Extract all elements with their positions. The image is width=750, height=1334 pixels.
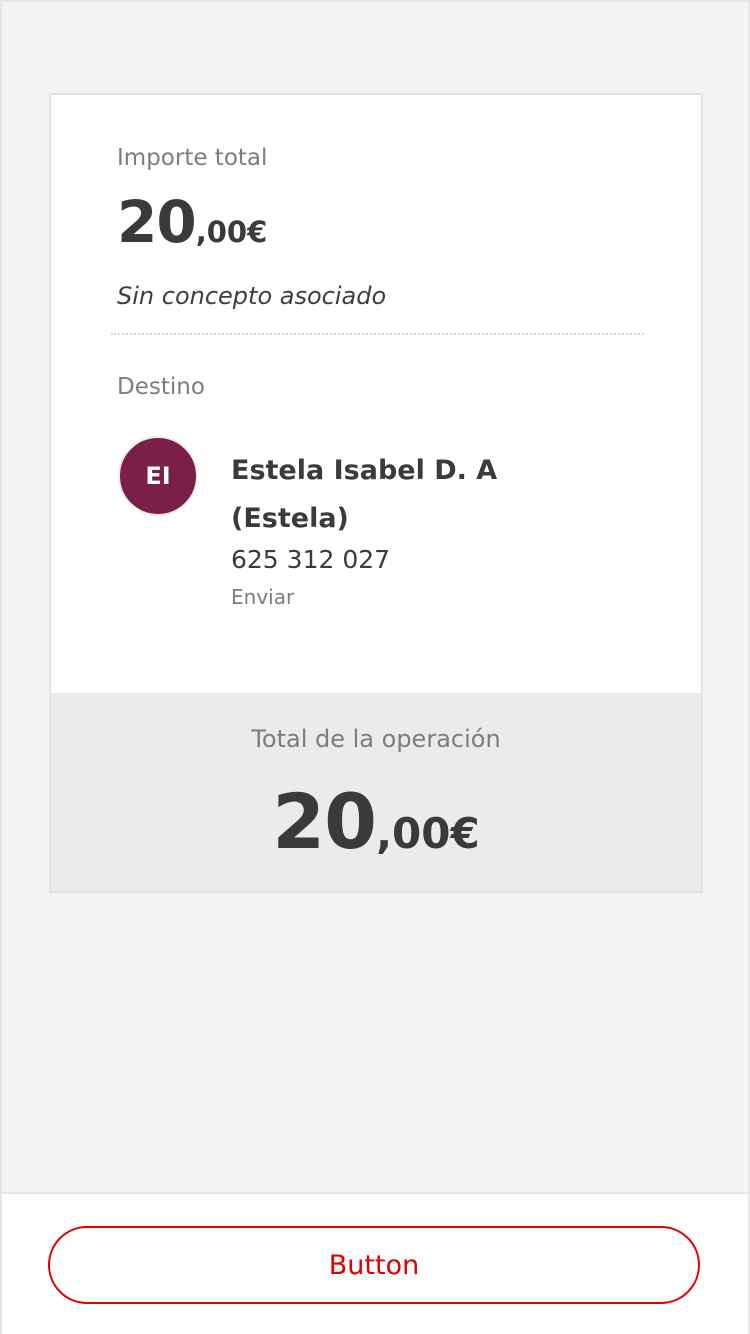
total-amount: 20 ,00 € [117, 188, 268, 256]
total-integer: 20 [272, 777, 377, 866]
section-divider [111, 333, 644, 335]
operation-total-section: Total de la operación 20 ,00 € [51, 693, 701, 891]
operation-total-amount: 20 ,00 € [51, 777, 701, 866]
recipient-action-label: Enviar [231, 585, 295, 609]
primary-button[interactable]: Button [48, 1226, 700, 1304]
avatar: EI [118, 436, 198, 516]
amount-label: Importe total [117, 145, 268, 171]
avatar-initials: EI [145, 462, 171, 490]
concept-text: Sin concepto asociado [117, 282, 387, 310]
total-decimal: ,00 [376, 809, 451, 858]
recipient-phone: 625 312 027 [231, 545, 391, 574]
destination-label: Destino [117, 374, 205, 400]
footer-bar: Button [2, 1192, 748, 1334]
amount-decimal: ,00 [195, 215, 248, 249]
amount-currency: € [247, 215, 268, 249]
total-currency: € [450, 809, 480, 858]
card-details-section: Importe total 20 ,00 € Sin concepto asoc… [51, 95, 701, 693]
amount-integer: 20 [117, 188, 197, 256]
total-label: Total de la operación [251, 725, 501, 753]
recipient-name: Estela Isabel D. A (Estela) [231, 455, 498, 534]
operation-summary-card: Importe total 20 ,00 € Sin concepto asoc… [49, 93, 703, 893]
